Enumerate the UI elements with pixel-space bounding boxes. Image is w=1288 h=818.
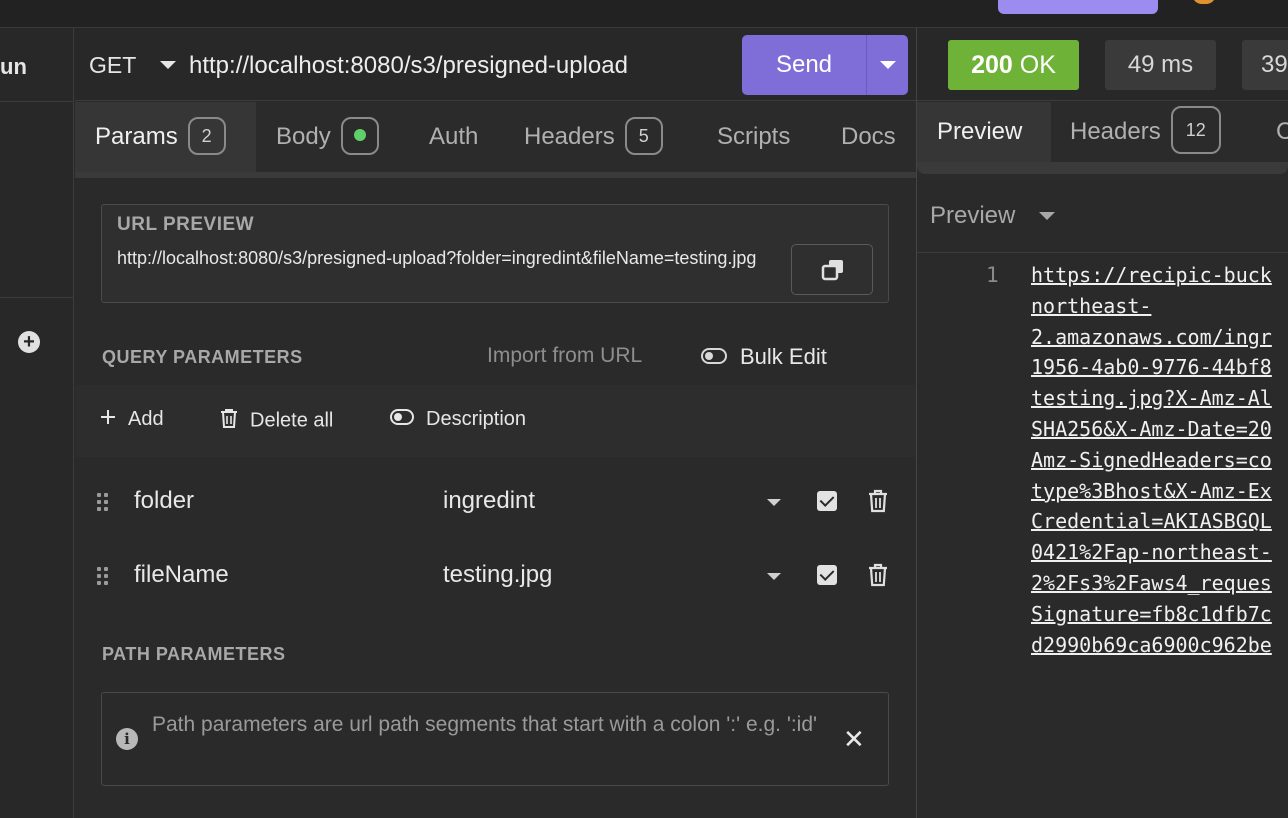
top-accent-button[interactable] <box>998 0 1158 14</box>
tab-label: Headers <box>524 123 615 150</box>
tab-label: Scripts <box>717 123 791 150</box>
chevron-down-icon[interactable] <box>767 499 781 506</box>
path-params-title: PATH PARAMETERS <box>102 644 286 664</box>
tab-label: Headers <box>1070 118 1161 145</box>
description-toggle[interactable]: Description <box>390 408 526 431</box>
tab-auth[interactable]: Auth <box>429 102 478 172</box>
tab-label: Auth <box>429 123 479 150</box>
method-select[interactable]: GET <box>89 52 136 79</box>
url-preview-text: http://localhost:8080/s3/presigned-uploa… <box>117 248 757 268</box>
param-key-input[interactable]: folder <box>134 487 194 515</box>
tab-preview[interactable]: Preview <box>917 102 1051 162</box>
trash-icon[interactable] <box>868 563 888 592</box>
params-count-badge: 2 <box>187 116 226 155</box>
param-enabled-checkbox[interactable] <box>817 565 837 585</box>
response-body-line[interactable]: 0421%2Fap-northeast- <box>1031 537 1288 568</box>
status-text: OK <box>1019 51 1056 79</box>
sidebar-divider <box>0 101 74 102</box>
status-badge: 200 OK <box>948 40 1079 90</box>
path-params-info-text: Path parameters are url path segments th… <box>152 713 818 736</box>
add-circle-icon[interactable]: + <box>18 331 40 353</box>
response-body-line[interactable]: type%3Bhost&X-Amz-Ex <box>1031 476 1288 507</box>
tab-label: Params <box>95 123 178 150</box>
tab-cookies[interactable]: C <box>1276 102 1288 162</box>
response-body-line[interactable]: https://recipic-buck <box>1031 260 1288 291</box>
sidebar-run-label: un <box>0 54 27 79</box>
sidebar <box>0 28 74 818</box>
import-from-url-button[interactable]: Import from URL <box>487 344 642 368</box>
toggle-icon[interactable] <box>701 348 727 364</box>
response-body[interactable]: https://recipic-buck northeast- 2.amazonaw… <box>1031 260 1288 660</box>
query-params-title: QUERY PARAMETERS <box>102 347 303 367</box>
response-body-line[interactable]: SHA256&X-Amz-Date=20 <box>1031 414 1288 445</box>
drag-handle-icon[interactable] <box>97 567 109 585</box>
param-value-input[interactable]: testing.jpg <box>443 561 552 589</box>
param-row: folder ingredint <box>75 465 916 539</box>
delete-all-button[interactable]: Delete all <box>220 408 333 434</box>
response-body-line[interactable]: testing.jpg?X-Amz-Al <box>1031 383 1288 414</box>
response-body-line[interactable]: Credential=AKIASBGQL <box>1031 506 1288 537</box>
plus-icon <box>100 408 116 431</box>
response-body-line[interactable]: Amz-SignedHeaders=co <box>1031 445 1288 476</box>
tab-response-headers[interactable]: Headers 12 <box>1070 102 1221 162</box>
response-body-line[interactable]: 1956-4ab0-9776-44bf8 <box>1031 352 1288 383</box>
bulk-edit-button[interactable]: Bulk Edit <box>740 344 827 370</box>
copy-url-button[interactable] <box>791 244 873 295</box>
add-label: Add <box>128 408 164 430</box>
chevron-down-icon[interactable] <box>767 573 781 580</box>
response-headers-count-badge: 12 <box>1170 105 1221 154</box>
response-body-line[interactable]: 2%2Fs3%2Faws4_reques <box>1031 568 1288 599</box>
active-dot-icon <box>353 129 366 142</box>
preview-mode-select[interactable]: Preview <box>930 202 1015 230</box>
close-icon[interactable]: ✕ <box>843 726 865 752</box>
send-options-button[interactable] <box>866 35 908 95</box>
body-status-badge <box>340 116 379 155</box>
tab-params[interactable]: Params 2 <box>75 102 256 172</box>
info-icon: i <box>116 728 138 750</box>
param-row: fileName testing.jpg <box>75 539 916 613</box>
tab-scripts[interactable]: Scripts <box>717 102 790 172</box>
url-input[interactable]: http://localhost:8080/s3/presigned-uploa… <box>189 52 628 80</box>
trash-icon <box>220 408 238 434</box>
drag-handle-icon[interactable] <box>97 493 109 511</box>
param-key-input[interactable]: fileName <box>134 561 229 589</box>
tab-headers[interactable]: Headers 5 <box>524 102 663 172</box>
chevron-down-icon[interactable] <box>160 61 176 69</box>
tab-docs[interactable]: Docs <box>841 102 896 172</box>
response-body-line[interactable]: 2.amazonaws.com/ingr <box>1031 322 1288 353</box>
response-body-line[interactable]: Signature=fb8c1dfb7c <box>1031 599 1288 630</box>
param-value-input[interactable]: ingredint <box>443 487 535 515</box>
chevron-down-icon[interactable] <box>1039 212 1055 220</box>
divider <box>917 252 1288 253</box>
tab-label: Docs <box>841 123 896 150</box>
sidebar-divider <box>0 297 74 298</box>
response-time-badge: 49 ms <box>1105 40 1216 90</box>
response-body-line[interactable]: northeast- <box>1031 291 1288 322</box>
line-number: 1 <box>986 263 999 287</box>
copy-icon <box>821 260 843 281</box>
response-body-line[interactable]: d2990b69ca6900c962be <box>1031 630 1288 661</box>
send-button[interactable]: Send <box>742 35 866 95</box>
toggle-icon <box>390 408 414 431</box>
description-label: Description <box>426 408 527 430</box>
response-tabs-scrollbar[interactable] <box>917 162 1288 178</box>
delete-all-label: Delete all <box>250 409 334 432</box>
url-preview-title: URL PREVIEW <box>117 214 255 235</box>
tab-body[interactable]: Body <box>276 102 379 172</box>
trash-icon[interactable] <box>868 489 888 518</box>
status-code: 200 <box>971 51 1013 79</box>
tab-label: Body <box>276 123 331 150</box>
add-param-button[interactable]: Add <box>100 408 164 431</box>
headers-count-badge: 5 <box>624 116 663 155</box>
chevron-down-icon <box>880 61 896 69</box>
param-enabled-checkbox[interactable] <box>817 491 837 511</box>
response-size-badge: 39 <box>1242 40 1288 90</box>
